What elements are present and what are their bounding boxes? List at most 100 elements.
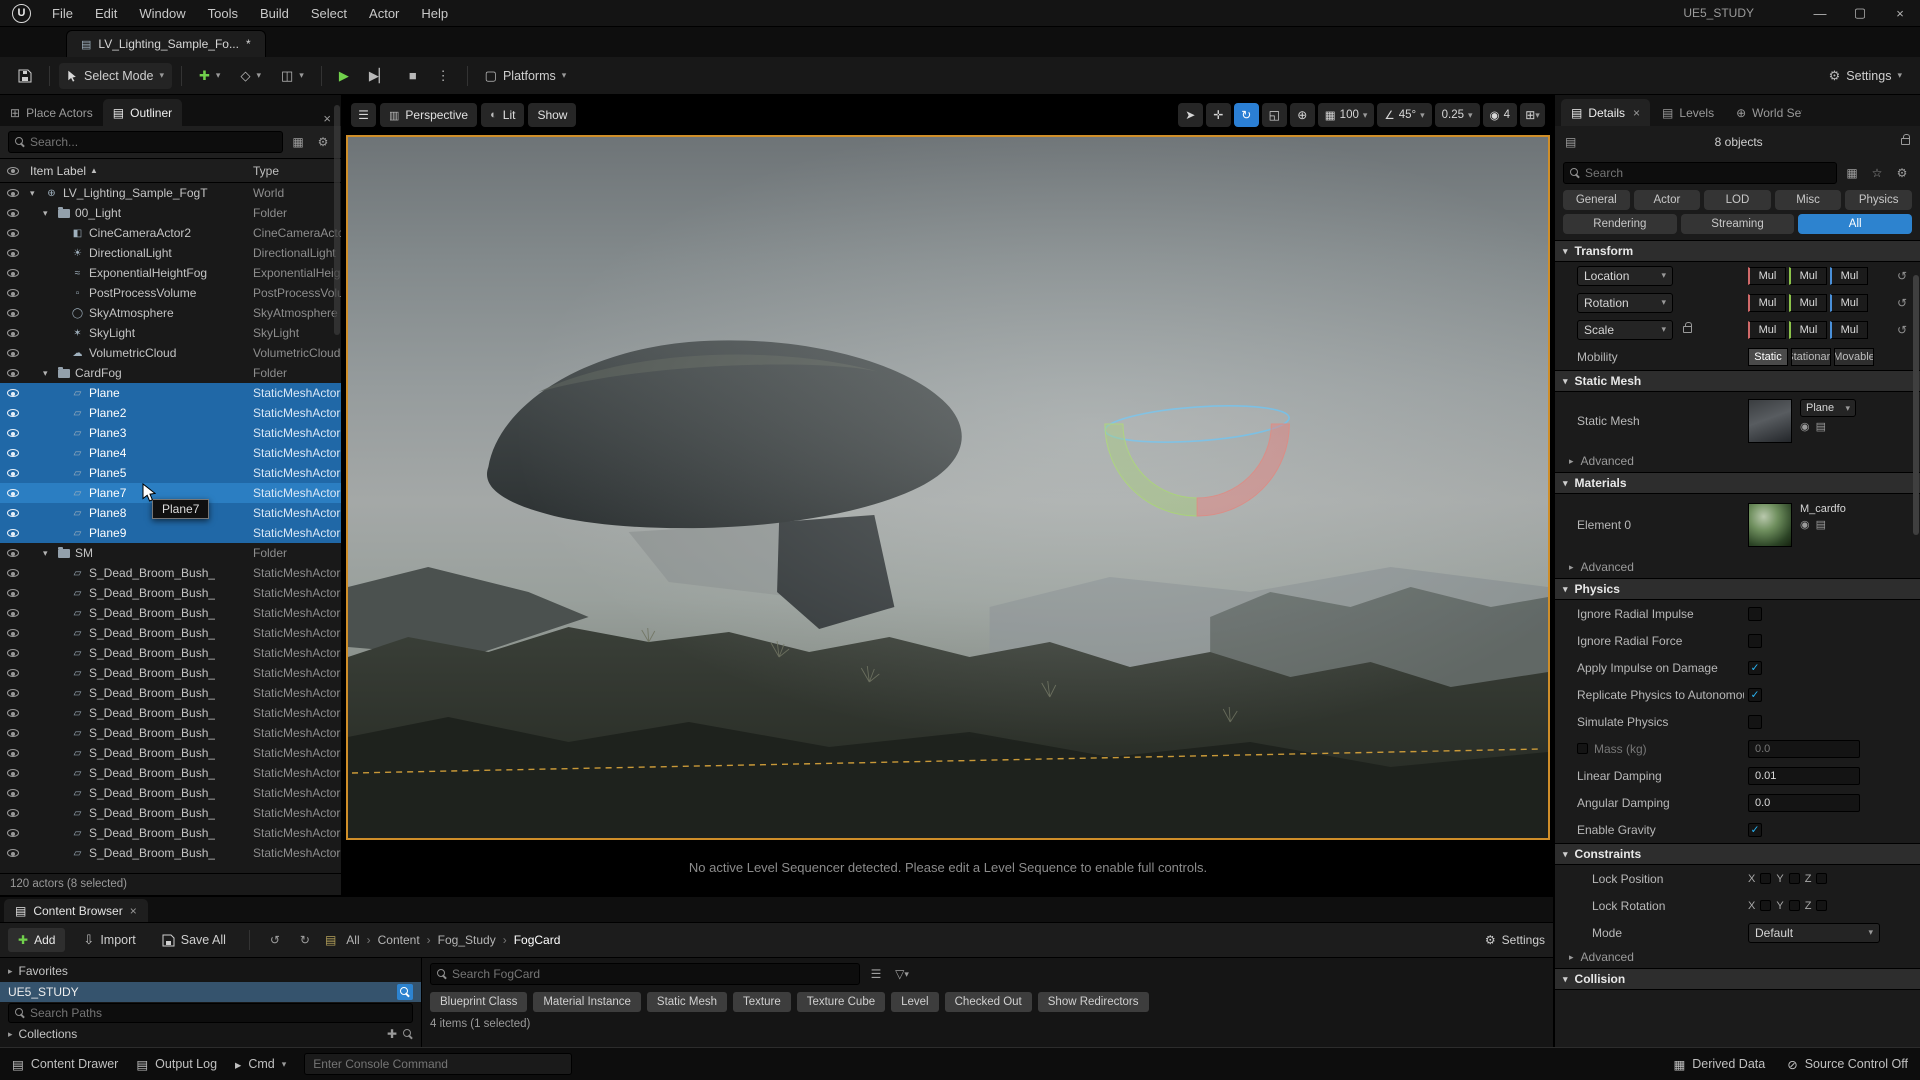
outliner-row[interactable]: ◧CineCameraActor2CineCameraActor bbox=[0, 223, 341, 243]
outliner-row[interactable]: ▾00_LightFolder bbox=[0, 203, 341, 223]
outliner-row[interactable]: ☁VolumetricCloudVolumetricCloud bbox=[0, 343, 341, 363]
outliner-row[interactable]: ▾⊕LV_Lighting_Sample_FogTWorld bbox=[0, 183, 341, 203]
play-button[interactable]: ▶ bbox=[331, 63, 357, 89]
visibility-column-header[interactable] bbox=[0, 167, 26, 175]
checkbox[interactable] bbox=[1748, 607, 1762, 621]
platforms-dropdown[interactable]: ▢ Platforms ▾ bbox=[477, 63, 575, 89]
tab-world-settings[interactable]: ⊕ World Settings bbox=[1726, 99, 1812, 126]
camera-speed-control[interactable]: ◉4 bbox=[1483, 103, 1517, 127]
rotation-lock-x-checkbox[interactable] bbox=[1760, 900, 1771, 911]
location-y-field[interactable]: Mul bbox=[1789, 267, 1827, 285]
rotation-lock-y-checkbox[interactable] bbox=[1789, 900, 1800, 911]
visibility-toggle[interactable] bbox=[0, 589, 26, 597]
expander-arrow[interactable]: ▾ bbox=[43, 368, 53, 379]
visibility-toggle[interactable] bbox=[0, 829, 26, 837]
static-mesh-asset-dropdown[interactable]: Plane▾ bbox=[1800, 399, 1856, 417]
scale-lock-icon[interactable] bbox=[1683, 326, 1692, 333]
browse-to-material-icon[interactable]: ▤ bbox=[1816, 518, 1826, 531]
filter-funnel-icon[interactable]: ▽▾ bbox=[892, 964, 912, 984]
outliner-search-input[interactable] bbox=[30, 135, 276, 149]
world-local-toggle[interactable]: ⊕ bbox=[1290, 103, 1315, 127]
type-column[interactable]: Type bbox=[253, 164, 341, 178]
filter-chip-blueprint-class[interactable]: Blueprint Class bbox=[430, 992, 527, 1012]
outliner-row[interactable]: ▱S_Dead_Broom_Bush_StaticMeshActor bbox=[0, 603, 341, 623]
materials-advanced[interactable]: ▸Advanced bbox=[1555, 556, 1920, 578]
outliner-row[interactable]: ▱PlaneStaticMeshActor bbox=[0, 383, 341, 403]
location-x-field[interactable]: Mul bbox=[1748, 267, 1786, 285]
favorites-star-icon[interactable]: ☆ bbox=[1867, 163, 1887, 183]
outliner-row[interactable]: ▱S_Dead_Broom_Bush_StaticMeshActor bbox=[0, 683, 341, 703]
outliner-row[interactable]: ▱S_Dead_Broom_Bush_StaticMeshActor bbox=[0, 723, 341, 743]
position-lock-x-checkbox[interactable] bbox=[1760, 873, 1771, 884]
visibility-toggle[interactable] bbox=[0, 329, 26, 337]
tab-outliner[interactable]: ▤ Outliner bbox=[103, 99, 182, 126]
visibility-toggle[interactable] bbox=[0, 509, 26, 517]
menu-tools[interactable]: Tools bbox=[197, 0, 249, 27]
number-input[interactable] bbox=[1748, 740, 1860, 758]
static-mesh-advanced[interactable]: ▸Advanced bbox=[1555, 450, 1920, 472]
outliner-scrollbar[interactable] bbox=[334, 105, 340, 335]
visibility-toggle[interactable] bbox=[0, 549, 26, 557]
browse-to-asset-icon[interactable]: ▤ bbox=[1816, 420, 1826, 433]
blueprints-button[interactable]: ◇▾ bbox=[232, 63, 269, 89]
material-thumbnail[interactable] bbox=[1748, 503, 1792, 547]
viewport-render-region[interactable] bbox=[346, 135, 1550, 840]
section-transform[interactable]: ▾Transform bbox=[1555, 240, 1920, 262]
breadcrumb-content[interactable]: Content bbox=[378, 933, 420, 947]
details-search-input[interactable] bbox=[1585, 166, 1830, 180]
outliner-row[interactable]: ▱S_Dead_Broom_Bush_StaticMeshActor bbox=[0, 763, 341, 783]
rotation-z-field[interactable]: Mul bbox=[1830, 294, 1868, 312]
nav-forward-button[interactable]: ↻ bbox=[295, 930, 315, 950]
skip-button[interactable]: ▶▏ bbox=[361, 63, 397, 89]
source-control-button[interactable]: ⊘Source Control Off bbox=[1787, 1057, 1908, 1072]
expander-arrow[interactable]: ▾ bbox=[43, 548, 53, 559]
scale-tool-button[interactable]: ◱ bbox=[1262, 103, 1287, 127]
section-constraints[interactable]: ▾Constraints bbox=[1555, 843, 1920, 865]
content-drawer-button[interactable]: ▤Content Drawer bbox=[12, 1057, 118, 1072]
visibility-toggle[interactable] bbox=[0, 189, 26, 197]
select-mode-dropdown[interactable]: Select Mode ▾ bbox=[59, 63, 172, 89]
visibility-toggle[interactable] bbox=[0, 529, 26, 537]
visibility-toggle[interactable] bbox=[0, 449, 26, 457]
checkbox[interactable] bbox=[1748, 634, 1762, 648]
visibility-toggle[interactable] bbox=[0, 389, 26, 397]
visibility-toggle[interactable] bbox=[0, 289, 26, 297]
visibility-toggle[interactable] bbox=[0, 229, 26, 237]
outliner-row[interactable]: ▱S_Dead_Broom_Bush_StaticMeshActor bbox=[0, 743, 341, 763]
move-tool-button[interactable]: ✛ bbox=[1206, 103, 1231, 127]
use-selected-material-icon[interactable]: ◉ bbox=[1800, 518, 1810, 531]
level-tab[interactable]: ▤ LV_Lighting_Sample_Fo... * bbox=[66, 30, 266, 57]
details-display-icon[interactable]: ▦ bbox=[1842, 163, 1862, 183]
objects-icon[interactable]: ▤ bbox=[1565, 135, 1576, 149]
visibility-toggle[interactable] bbox=[0, 209, 26, 217]
scale-x-field[interactable]: Mul bbox=[1748, 321, 1786, 339]
outliner-filter-icon[interactable]: ▦ bbox=[288, 132, 308, 152]
rotation-y-field[interactable]: Mul bbox=[1789, 294, 1827, 312]
visibility-toggle[interactable] bbox=[0, 849, 26, 857]
filter-chip-material-instance[interactable]: Material Instance bbox=[533, 992, 641, 1012]
cmd-dropdown[interactable]: ▸Cmd▾ bbox=[235, 1057, 286, 1072]
filter-chip-show-redirectors[interactable]: Show Redirectors bbox=[1038, 992, 1149, 1012]
add-button[interactable]: ✚Add bbox=[8, 928, 65, 952]
constraint-mode-dropdown[interactable]: Default▾ bbox=[1748, 923, 1880, 943]
project-root-row[interactable]: UE5_STUDY bbox=[0, 982, 421, 1002]
outliner-row[interactable]: ▱S_Dead_Broom_Bush_StaticMeshActor bbox=[0, 823, 341, 843]
visibility-toggle[interactable] bbox=[0, 649, 26, 657]
stop-button[interactable]: ■ bbox=[401, 63, 425, 89]
collections-row[interactable]: ▸Collections ✚ bbox=[0, 1024, 421, 1044]
outliner-row[interactable]: ▱S_Dead_Broom_Bush_StaticMeshActor bbox=[0, 783, 341, 803]
visibility-toggle[interactable] bbox=[0, 569, 26, 577]
rotate-tool-button[interactable]: ↻ bbox=[1234, 103, 1259, 127]
visibility-toggle[interactable] bbox=[0, 629, 26, 637]
static-mesh-thumbnail[interactable] bbox=[1748, 399, 1792, 443]
content-browser-settings[interactable]: ⚙ Settings bbox=[1485, 933, 1545, 947]
viewport-layout-button[interactable]: ⊞▾ bbox=[1520, 103, 1545, 127]
close-details-icon[interactable]: × bbox=[1633, 106, 1640, 120]
expander-arrow[interactable]: ▾ bbox=[30, 188, 40, 199]
tab-details[interactable]: ▤ Details × bbox=[1561, 99, 1650, 126]
visibility-toggle[interactable] bbox=[0, 269, 26, 277]
filter-chip-texture-cube[interactable]: Texture Cube bbox=[797, 992, 885, 1012]
outliner-row[interactable]: ≈ExponentialHeightFogExponentialHeightFo… bbox=[0, 263, 341, 283]
visibility-toggle[interactable] bbox=[0, 429, 26, 437]
import-button[interactable]: ⇩Import bbox=[75, 927, 143, 953]
